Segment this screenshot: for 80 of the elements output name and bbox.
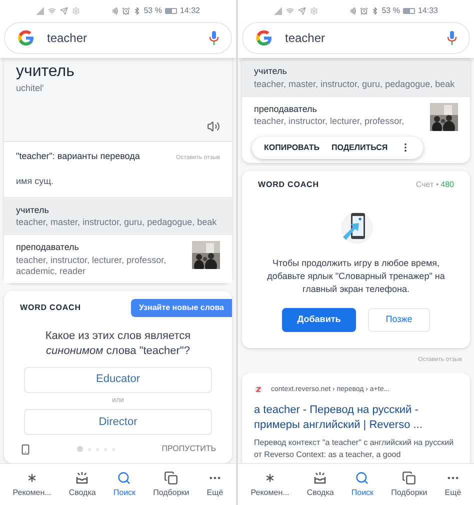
- search-icon: [117, 470, 132, 484]
- score-label: Счет •: [416, 178, 439, 190]
- alarm-icon: [122, 7, 130, 15]
- collections-icon: [402, 470, 416, 484]
- translation-word: преподаватель: [16, 241, 80, 254]
- battery-percent: 53 %: [144, 5, 162, 17]
- inbox-icon: [313, 470, 328, 484]
- signal-icon: [36, 7, 44, 15]
- translated-word: учитель: [16, 62, 76, 82]
- inbox-icon: [75, 470, 90, 484]
- nav-tab[interactable]: Ещё: [444, 470, 462, 498]
- bluetooth-icon: [132, 7, 141, 15]
- result-title-link[interactable]: a teacher - Перевод на русский - примеры английский | Reverso ...: [254, 403, 458, 433]
- search-field[interactable]: teacher: [242, 22, 470, 54]
- microphone-icon[interactable]: [209, 31, 219, 45]
- speaker-icon[interactable]: [207, 120, 220, 132]
- later-button[interactable]: Позже: [368, 308, 430, 332]
- skip-button[interactable]: ПРОПУСТИТЬ: [162, 443, 216, 455]
- search-query: teacher: [47, 30, 88, 47]
- translation-word: преподаватель: [254, 102, 318, 116]
- synonyms-text: teacher, master, instructor, guru, pedagogue, beak: [254, 78, 456, 90]
- menu-action[interactable]: КОПИРОВАТЬ: [264, 142, 320, 154]
- synonyms-text: teacher, instructor, lecturer, professor,: [254, 116, 406, 127]
- shortcut-message: Чтобы продолжить игру в любое время, добавьте ярлык "Словарный тренажер" на главный экран телефона.: [266, 256, 446, 296]
- part-of-speech: имя сущ.: [15, 175, 54, 188]
- bluetooth-icon: [370, 7, 379, 15]
- result-snippet: Перевод контекст "a teacher" с английский на русский от Reverso Context: as a teacher, a good: [254, 437, 455, 461]
- phone-shortcut-icon[interactable]: [20, 444, 31, 454]
- battery-percent: 53 %: [382, 5, 400, 17]
- nav-tab[interactable]: Поиск: [351, 470, 374, 498]
- nav-tab[interactable]: Сводка: [68, 470, 96, 498]
- search-icon: [355, 470, 370, 484]
- send-icon: [60, 7, 68, 15]
- alarm-icon: [360, 7, 368, 15]
- google-logo-icon: [17, 29, 35, 47]
- add-button[interactable]: Добавить: [282, 308, 356, 332]
- variants-title: "teacher": варианты перевода: [16, 150, 140, 163]
- clock-time: 14:32: [180, 5, 200, 17]
- google-logo-icon: [255, 29, 273, 47]
- translation-row[interactable]: преподаватель teacher, instructor, lecturer, professor,: [242, 96, 470, 136]
- translation-row[interactable]: учитель teacher, master, instructor, guru, pedagogue, beak: [4, 196, 232, 234]
- search-query: teacher: [285, 30, 326, 47]
- wifi-icon: [286, 7, 294, 15]
- search-field[interactable]: teacher: [4, 22, 232, 54]
- answer-option[interactable]: Director: [24, 409, 212, 435]
- translation-row[interactable]: преподаватель teacher, instructor, lecturer, professor, academic, reader: [4, 234, 232, 282]
- gear-icon: [310, 7, 318, 15]
- learn-words-badge[interactable]: Узнайте новые слова: [130, 298, 232, 316]
- send-icon: [298, 7, 306, 15]
- clock-time: 14:33: [418, 5, 438, 17]
- battery-icon: [164, 8, 177, 14]
- card-title: WORD COACH: [20, 302, 81, 314]
- transliteration: uchitel': [16, 82, 45, 95]
- nav-tab[interactable]: Рекомен...: [12, 470, 52, 498]
- card-title: WORD COACH: [258, 178, 319, 190]
- signal-icon: [274, 7, 282, 15]
- nav-tab[interactable]: Подборки: [153, 470, 190, 498]
- wifi-icon: [48, 7, 56, 15]
- quiz-question: Какое из этих слов является синонимом слова "teacher"?: [44, 328, 192, 358]
- nfc-icon: [110, 7, 119, 15]
- translation-row[interactable]: учитель teacher, master, instructor, guru, pedagogue, beak: [242, 58, 470, 96]
- nav-tab[interactable]: Поиск: [113, 470, 136, 498]
- menu-action[interactable]: ПОДЕЛИТЬСЯ: [331, 142, 388, 154]
- collections-icon: [164, 470, 178, 484]
- microphone-icon[interactable]: [447, 31, 457, 45]
- score-value: 480: [440, 178, 454, 190]
- synonyms-text: teacher, master, instructor, guru, pedagogue, beak: [16, 217, 218, 228]
- translation-word: учитель: [16, 204, 50, 217]
- battery-icon: [402, 8, 415, 14]
- nav-tab[interactable]: Подборки: [391, 470, 428, 498]
- nfc-icon: [348, 7, 357, 15]
- gear-icon: [72, 7, 80, 15]
- translation-word: учитель: [254, 65, 288, 78]
- answer-option[interactable]: Educator: [24, 366, 212, 392]
- site-favicon-icon: [254, 385, 263, 394]
- nav-tab[interactable]: Сводка: [306, 470, 334, 498]
- nav-tab[interactable]: Ещё: [206, 470, 224, 498]
- nav-tab[interactable]: Рекомен...: [250, 470, 290, 498]
- phone-drawing: [339, 210, 373, 244]
- synonyms-text: teacher, instructor, lecturer, professor, academic, reader: [16, 254, 168, 276]
